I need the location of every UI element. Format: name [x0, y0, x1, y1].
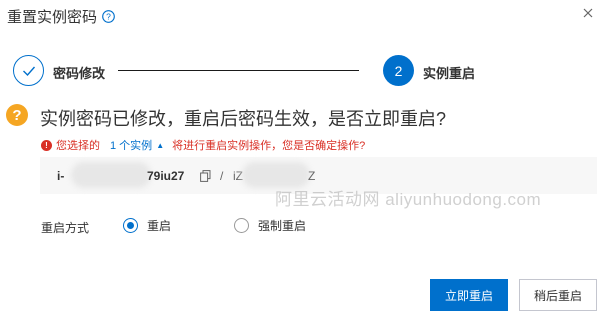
error-icon: ! [41, 139, 52, 151]
instance-separator: / [220, 169, 224, 183]
copy-icon[interactable] [200, 169, 211, 182]
step-1-label: 密码修改 [53, 66, 106, 81]
dialog-title-text: 重置实例密码 [7, 9, 98, 26]
radio-force-restart-indicator[interactable] [234, 218, 249, 233]
close-icon[interactable] [580, 5, 596, 21]
restart-now-button[interactable]: 立即重启 [430, 279, 508, 311]
confirm-question: 实例密码已修改，重启后密码生效，是否立即重启? [40, 109, 447, 129]
question-icon: ? [6, 104, 28, 126]
instance-row: i- 79iu27 / iZ Z [40, 157, 597, 194]
help-icon[interactable]: ? [102, 10, 115, 23]
radio-restart[interactable]: 重启 [123, 217, 171, 234]
instance-id-end: 79iu27 [147, 169, 185, 183]
radio-restart-label: 重启 [147, 219, 172, 233]
step-2-indicator: 2 [383, 55, 414, 86]
svg-text:?: ? [106, 12, 111, 22]
redacted-id-blur [71, 162, 151, 188]
warning-prefix: 您选择的 [56, 140, 100, 152]
radio-force-restart[interactable]: 强制重启 [234, 217, 306, 234]
warning-suffix: 将进行重启实例操作，您是否确定操作? [172, 140, 366, 152]
redacted-name-blur [242, 162, 310, 188]
caret-up-icon[interactable]: ▲ [156, 141, 164, 150]
radio-restart-indicator[interactable] [123, 218, 138, 233]
reset-password-dialog: 重置实例密码 ? 密码修改 2 实例重启 ? 实例密码已修改，重启后密码生效，是… [0, 0, 605, 314]
step-connector [118, 70, 359, 71]
restart-mode-label: 重启方式 [41, 221, 90, 235]
warning-line: ! 您选择的 1 个实例 ▲ 将进行重启实例操作，您是否确定操作? [41, 137, 365, 153]
restart-later-button[interactable]: 稍后重启 [519, 279, 597, 311]
step-1-done-indicator [13, 55, 44, 86]
instance-count-toggle[interactable]: 1 个实例 [110, 137, 152, 153]
checkmark-icon [22, 66, 35, 76]
instance-name-end: Z [308, 169, 316, 183]
radio-force-restart-label: 强制重启 [258, 219, 307, 233]
instance-id-start: i- [57, 169, 65, 183]
dialog-title: 重置实例密码 ? [7, 6, 115, 27]
step-2-label: 实例重启 [423, 66, 476, 81]
